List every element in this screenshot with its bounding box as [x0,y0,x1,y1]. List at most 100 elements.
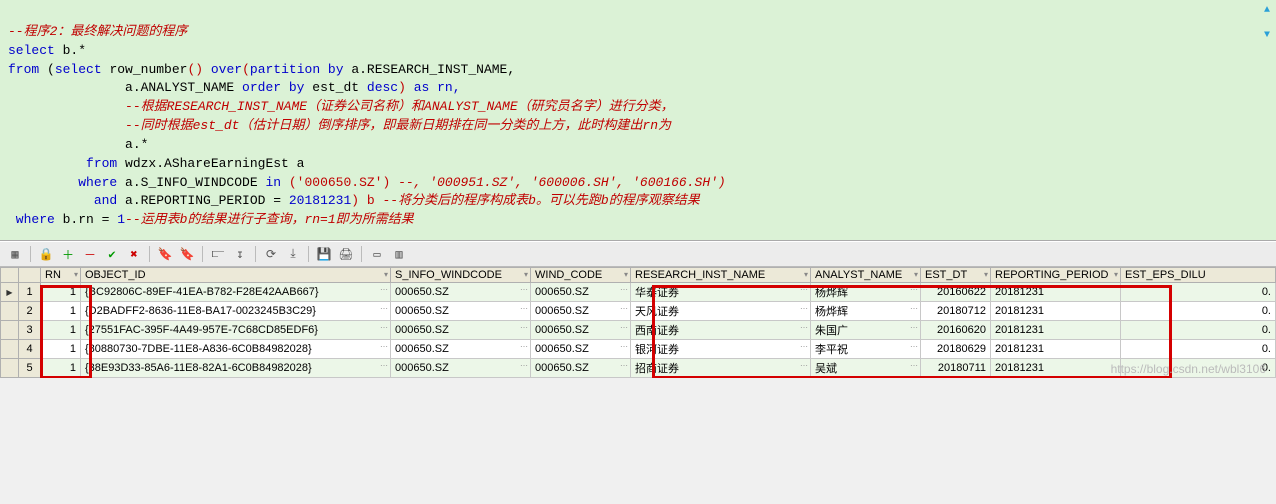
cell-menu-icon[interactable]: ⋯ [910,342,918,351]
results-grid[interactable]: RN▾ OBJECT_ID▾ S_INFO_WINDCODE▾ WIND_COD… [0,267,1276,378]
col-menu-icon[interactable]: ▾ [524,270,528,279]
col-menu-icon[interactable]: ▾ [984,270,988,279]
sort-icon[interactable]: ↧ [231,245,249,263]
add-row-icon[interactable]: ＋ [59,245,77,263]
cell-menu-icon[interactable]: ⋯ [520,323,528,332]
row-indicator[interactable] [1,359,19,378]
cell-menu-icon[interactable]: ⋯ [520,361,528,370]
lock-icon[interactable]: 🔒 [37,245,55,263]
view-single-icon[interactable]: ▭ [368,245,386,263]
cell-obj[interactable]: {80880730-7DBE-11E8-A836-6C0B84982028}⋯ [81,340,391,359]
cell-obj[interactable]: {27551FAC-395F-4A49-957E-7C68CD85EDF6}⋯ [81,321,391,340]
cell-analyst[interactable]: 李平祝⋯ [811,340,921,359]
cell-menu-icon[interactable]: ⋯ [620,304,628,313]
cell-menu-icon[interactable]: ⋯ [380,285,388,294]
cell-rn[interactable]: 1 [41,283,81,302]
cell-analyst[interactable]: 杨烨辉⋯ [811,283,921,302]
cell-dt[interactable]: 20160622 [921,283,991,302]
cell-menu-icon[interactable]: ⋯ [910,285,918,294]
cell-menu-icon[interactable]: ⋯ [520,304,528,313]
table-row[interactable]: 31{27551FAC-395F-4A49-957E-7C68CD85EDF6}… [1,321,1276,340]
scroll-up-icon[interactable]: ▲ [1264,4,1270,19]
cell-obj[interactable]: {D2BADFF2-8636-11E8-BA17-0023245B3C29}⋯ [81,302,391,321]
cell-dt[interactable]: 20160620 [921,321,991,340]
col-menu-icon[interactable]: ▾ [1114,270,1118,279]
cell-dt[interactable]: 20180712 [921,302,991,321]
col-windcode[interactable]: WIND_CODE▾ [531,268,631,283]
cell-obj[interactable]: {38E93D33-85A6-11E8-82A1-6C0B84982028}⋯ [81,359,391,378]
cell-menu-icon[interactable]: ⋯ [520,285,528,294]
scroll-down-icon[interactable]: ▼ [1264,29,1270,44]
col-estdt[interactable]: EST_DT▾ [921,268,991,283]
cell-menu-icon[interactable]: ⋯ [620,342,628,351]
cell-obj[interactable]: {BC92806C-89EF-41EA-B782-F28E42AAB667}⋯ [81,283,391,302]
print-icon[interactable]: 🖨 [337,245,355,263]
view-multi-icon[interactable]: ▥ [390,245,408,263]
cell-menu-icon[interactable]: ⋯ [520,342,528,351]
cell-inst[interactable]: 招商证券⋯ [631,359,811,378]
col-object-id[interactable]: OBJECT_ID▾ [81,268,391,283]
cell-menu-icon[interactable]: ⋯ [620,323,628,332]
cell-analyst[interactable]: 朱国广⋯ [811,321,921,340]
cell-sinfo[interactable]: 000650.SZ⋯ [391,321,531,340]
cell-analyst[interactable]: 杨烨辉⋯ [811,302,921,321]
cell-eps[interactable]: 0. [1121,283,1276,302]
cell-menu-icon[interactable]: ⋯ [380,304,388,313]
table-row[interactable]: 21{D2BADFF2-8636-11E8-BA17-0023245B3C29}… [1,302,1276,321]
row-indicator[interactable] [1,302,19,321]
cell-rp[interactable]: 20181231 [991,283,1121,302]
cell-sinfo[interactable]: 000650.SZ⋯ [391,359,531,378]
cell-wind[interactable]: 000650.SZ⋯ [531,321,631,340]
table-row[interactable]: 51{38E93D33-85A6-11E8-82A1-6C0B84982028}… [1,359,1276,378]
cell-wind[interactable]: 000650.SZ⋯ [531,283,631,302]
cell-rn[interactable]: 1 [41,340,81,359]
sql-editor[interactable]: ▲ ▼ --程序2：最终解决问题的程序 select b.* from (sel… [0,0,1276,241]
bookmark-del-icon[interactable]: 🔖 [178,245,196,263]
cell-eps[interactable]: 0. [1121,302,1276,321]
row-indicator[interactable] [1,340,19,359]
col-sinfo[interactable]: S_INFO_WINDCODE▾ [391,268,531,283]
cell-wind[interactable]: 000650.SZ⋯ [531,340,631,359]
bookmark-add-icon[interactable]: 🔖 [156,245,174,263]
export-icon[interactable]: ⤓ [284,245,302,263]
commit-icon[interactable]: ✔ [103,245,121,263]
cell-menu-icon[interactable]: ⋯ [910,361,918,370]
col-inst[interactable]: RESEARCH_INST_NAME▾ [631,268,811,283]
grid-layout-icon[interactable]: ▦ [6,245,24,263]
cell-inst[interactable]: 天风证券⋯ [631,302,811,321]
cell-menu-icon[interactable]: ⋯ [800,285,808,294]
col-menu-icon[interactable]: ▾ [914,270,918,279]
cell-eps[interactable]: 0. [1121,321,1276,340]
cell-menu-icon[interactable]: ⋯ [910,304,918,313]
cell-menu-icon[interactable]: ⋯ [620,285,628,294]
cell-rp[interactable]: 20181231 [991,359,1121,378]
col-rp[interactable]: REPORTING_PERIOD▾ [991,268,1121,283]
row-indicator[interactable] [1,283,19,302]
cell-sinfo[interactable]: 000650.SZ⋯ [391,283,531,302]
cell-menu-icon[interactable]: ⋯ [800,342,808,351]
col-menu-icon[interactable]: ▾ [804,270,808,279]
cell-dt[interactable]: 20180711 [921,359,991,378]
filter-icon[interactable]: ⫍ [209,245,227,263]
cell-menu-icon[interactable]: ⋯ [380,342,388,351]
cell-eps[interactable]: 0. [1121,340,1276,359]
cell-rp[interactable]: 20181231 [991,302,1121,321]
cell-wind[interactable]: 000650.SZ⋯ [531,359,631,378]
cell-menu-icon[interactable]: ⋯ [620,361,628,370]
col-rn[interactable]: RN▾ [41,268,81,283]
cell-rp[interactable]: 20181231 [991,340,1121,359]
cell-inst[interactable]: 银河证券⋯ [631,340,811,359]
cell-dt[interactable]: 20180629 [921,340,991,359]
row-indicator[interactable] [1,321,19,340]
table-row[interactable]: 11{BC92806C-89EF-41EA-B782-F28E42AAB667}… [1,283,1276,302]
rollback-icon[interactable]: ✖ [125,245,143,263]
cell-menu-icon[interactable]: ⋯ [800,304,808,313]
cell-rn[interactable]: 1 [41,359,81,378]
col-menu-icon[interactable]: ▾ [384,270,388,279]
cell-menu-icon[interactable]: ⋯ [800,361,808,370]
save-icon[interactable]: 💾 [315,245,333,263]
cell-inst[interactable]: 华泰证券⋯ [631,283,811,302]
cell-sinfo[interactable]: 000650.SZ⋯ [391,302,531,321]
cell-menu-icon[interactable]: ⋯ [910,323,918,332]
cell-wind[interactable]: 000650.SZ⋯ [531,302,631,321]
